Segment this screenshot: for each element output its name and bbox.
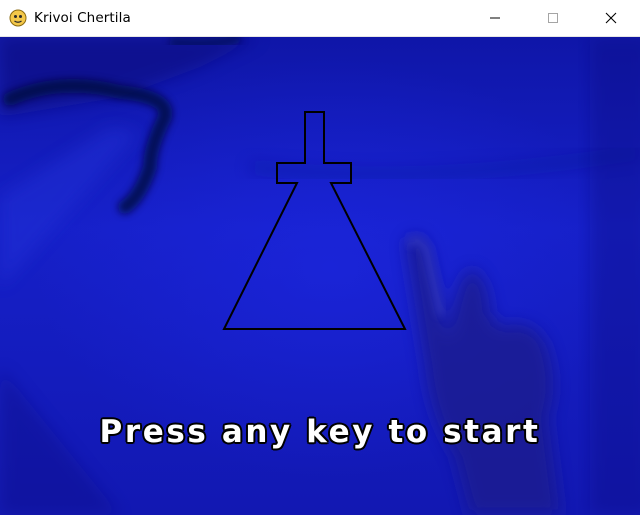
start-prompt: Press any key to start xyxy=(99,414,541,450)
close-icon xyxy=(605,12,617,24)
game-window: Krivoi Chertila Press any key to start xyxy=(0,0,640,515)
title-bar[interactable]: Krivoi Chertila xyxy=(0,0,640,37)
window-title: Krivoi Chertila xyxy=(34,10,131,26)
maximize-icon xyxy=(548,13,558,23)
minimize-button[interactable] xyxy=(466,0,524,36)
game-canvas[interactable]: Press any key to start xyxy=(0,37,640,515)
python-icon xyxy=(8,8,28,28)
close-button[interactable] xyxy=(582,0,640,36)
minimize-icon xyxy=(490,17,500,19)
maximize-button[interactable] xyxy=(524,0,582,36)
window-controls xyxy=(466,0,640,36)
